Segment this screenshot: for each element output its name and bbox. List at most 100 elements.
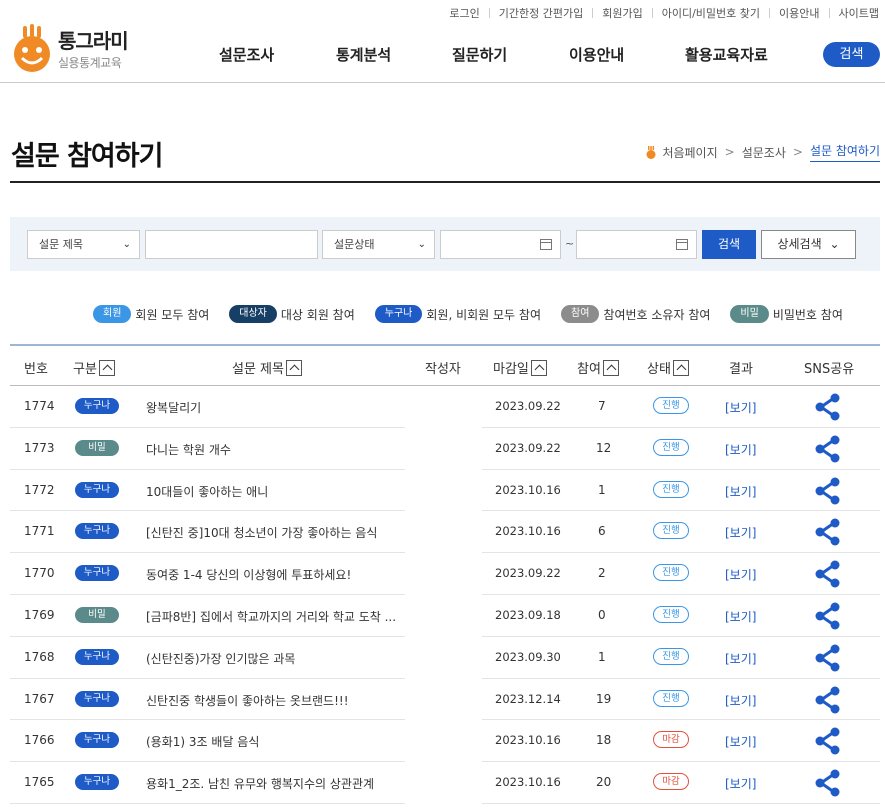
row-number: 1765 — [24, 775, 55, 790]
participant-count: 6 — [598, 524, 606, 539]
result-view-link[interactable]: [보기] — [725, 775, 756, 792]
row-number: 1767 — [24, 691, 55, 706]
signup-link[interactable]: 회원가입 — [602, 5, 642, 21]
share-icon[interactable] — [813, 559, 843, 589]
survey-table: 번호 구분 설문 제목 작성자 마감일 참여 상태 결과 SNS공유 1774 누… — [10, 344, 880, 804]
nav-analysis[interactable]: 통계분석 — [336, 44, 391, 65]
logo-title: 통그라미 — [58, 29, 129, 53]
share-icon[interactable] — [813, 601, 843, 631]
table-row[interactable]: 1768 누구나 (신탄진중)가장 인기많은 과목 2023.09.30 1 진행 [보기] — [10, 637, 880, 679]
status-badge: 진행 — [653, 564, 689, 582]
result-view-link[interactable]: [보기] — [725, 608, 756, 625]
sitemap-link[interactable]: 사이트맵 — [839, 5, 879, 21]
nav-survey[interactable]: 설문조사 — [219, 44, 274, 65]
result-view-link[interactable]: [보기] — [725, 733, 756, 750]
table-row[interactable]: 1773 비밀 다니는 학원 개수 2023.09.22 12 진행 [보기] — [10, 428, 880, 470]
table-row[interactable]: 1770 누구나 동여중 1-4 당신의 이상형에 투표하세요! 2023.09.22… — [10, 553, 880, 595]
survey-title-link[interactable]: (신탄진중)가장 인기많은 과목 — [146, 650, 295, 667]
calendar-icon[interactable] — [540, 239, 552, 250]
row-number: 1773 — [24, 440, 55, 455]
row-number: 1769 — [24, 607, 55, 622]
sort-icon[interactable] — [602, 359, 619, 376]
survey-title-link[interactable]: 신탄진중 학생들이 좋아하는 옷브랜드!!! — [146, 692, 349, 709]
status-badge: 진행 — [653, 605, 689, 623]
sort-icon[interactable] — [285, 359, 302, 376]
share-icon[interactable] — [813, 392, 843, 422]
sort-icon[interactable] — [672, 359, 689, 376]
survey-title-link[interactable]: 왕복달리기 — [146, 399, 201, 416]
table-row[interactable]: 1769 비밀 [금파8반] 집에서 학교까지의 거리와 학교 도착 ... 2023… — [10, 595, 880, 637]
result-view-link[interactable]: [보기] — [725, 692, 756, 709]
legend-badge: 누구나 — [374, 305, 423, 323]
table-row[interactable]: 1765 누구나 용화1_2조. 남친 유무와 행복지수의 상관관계 2023.10.… — [10, 762, 880, 804]
share-icon[interactable] — [813, 768, 843, 798]
row-number: 1774 — [24, 399, 55, 413]
result-view-link[interactable]: [보기] — [725, 399, 756, 416]
table-row[interactable]: 1772 누구나 10대들이 좋아하는 애니 2023.10.16 1 진행 [보기] — [10, 470, 880, 512]
share-icon[interactable] — [813, 726, 843, 756]
header-status[interactable]: 상태 — [647, 358, 689, 377]
legend-badge: 회원 — [93, 305, 132, 323]
survey-title-link[interactable]: 다니는 학원 개수 — [146, 441, 231, 458]
breadcrumb-survey[interactable]: 설문조사 — [742, 144, 786, 161]
participant-count: 19 — [596, 691, 612, 706]
site-logo[interactable]: 통그라미 실용통계교육 — [12, 24, 129, 72]
quick-signup-link[interactable]: 기간한정 간편가입 — [499, 5, 583, 21]
breadcrumb: 처음페이지 > 설문조사 > 설문 참여하기 — [645, 142, 880, 162]
table-row[interactable]: 1774 누구나 왕복달리기 2023.09.22 7 진행 [보기] — [10, 386, 880, 428]
detail-search-button[interactable]: 상세검색 ⌄ — [761, 230, 856, 259]
nav-guide[interactable]: 이용안내 — [569, 44, 624, 65]
header-sns: SNS공유 — [804, 362, 855, 377]
nav-education[interactable]: 활용교육자료 — [685, 44, 768, 65]
header-search-button[interactable]: 검색 — [823, 42, 880, 67]
survey-title-link[interactable]: [금파8반] 집에서 학교까지의 거리와 학교 도착 ... — [146, 608, 396, 625]
result-view-link[interactable]: [보기] — [725, 650, 756, 667]
participant-count: 1 — [598, 482, 606, 497]
share-icon[interactable] — [813, 517, 843, 547]
nav-question[interactable]: 질문하기 — [452, 44, 507, 65]
find-account-link[interactable]: 아이디/비밀번호 찾기 — [662, 5, 760, 21]
guide-link[interactable]: 이용안내 — [779, 5, 819, 21]
login-link[interactable]: 로그인 — [449, 5, 479, 21]
row-number: 1771 — [24, 524, 55, 539]
result-view-link[interactable]: [보기] — [725, 566, 756, 583]
legend-item: 참여 참여번호 소유자 참여 — [561, 305, 710, 323]
title-search-input[interactable] — [145, 230, 318, 259]
share-icon[interactable] — [813, 685, 843, 715]
header-deadline[interactable]: 마감일 — [493, 358, 547, 377]
sort-icon[interactable] — [530, 359, 547, 376]
status-badge: 진행 — [653, 438, 689, 456]
header-count[interactable]: 참여 — [577, 358, 619, 377]
table-row[interactable]: 1767 누구나 신탄진중 학생들이 좋아하는 옷브랜드!!! 2023.12.14 1… — [10, 679, 880, 721]
result-view-link[interactable]: [보기] — [725, 524, 756, 541]
share-icon[interactable] — [813, 476, 843, 506]
share-icon[interactable] — [813, 434, 843, 464]
survey-title-link[interactable]: 동여중 1-4 당신의 이상형에 투표하세요! — [146, 566, 351, 583]
sort-icon[interactable] — [98, 359, 115, 376]
breadcrumb-home[interactable]: 처음페이지 — [662, 144, 717, 161]
legend-item: 비밀 비밀번호 참여 — [730, 305, 843, 323]
title-filter-select[interactable]: 설문 제목 ⌄ — [27, 230, 140, 259]
status-filter-select[interactable]: 설문상태 ⌄ — [322, 230, 435, 259]
type-badge: 누구나 — [75, 565, 119, 582]
table-row[interactable]: 1771 누구나 [신탄진 중]10대 청소년이 가장 좋아하는 음식 2023.10… — [10, 511, 880, 554]
legend-badge: 대상자 — [229, 305, 277, 323]
survey-title-link[interactable]: (용화1) 3조 배달 음식 — [146, 733, 259, 750]
participant-count: 18 — [596, 733, 612, 748]
header-title[interactable]: 설문 제목 — [232, 358, 302, 377]
date-to-input[interactable] — [576, 230, 697, 259]
breadcrumb-current: 설문 참여하기 — [809, 142, 880, 162]
deadline-date: 2023.09.22 — [495, 399, 561, 413]
date-from-input[interactable] — [440, 230, 561, 259]
survey-title-link[interactable]: [신탄진 중]10대 청소년이 가장 좋아하는 음식 — [146, 524, 377, 541]
survey-title-link[interactable]: 10대들이 좋아하는 애니 — [146, 483, 268, 500]
calendar-icon[interactable] — [676, 239, 688, 250]
result-view-link[interactable]: [보기] — [725, 441, 756, 458]
table-row[interactable]: 1766 누구나 (용화1) 3조 배달 음식 2023.10.16 18 마감 [보기] — [10, 720, 880, 763]
share-icon[interactable] — [813, 643, 843, 673]
survey-title-link[interactable]: 용화1_2조. 남친 유무와 행복지수의 상관관계 — [146, 775, 374, 792]
header-type[interactable]: 구분 — [73, 358, 115, 377]
legend-item: 누구나 회원, 비회원 모두 참여 — [374, 305, 541, 323]
result-view-link[interactable]: [보기] — [725, 483, 756, 500]
search-button[interactable]: 검색 — [702, 230, 756, 259]
